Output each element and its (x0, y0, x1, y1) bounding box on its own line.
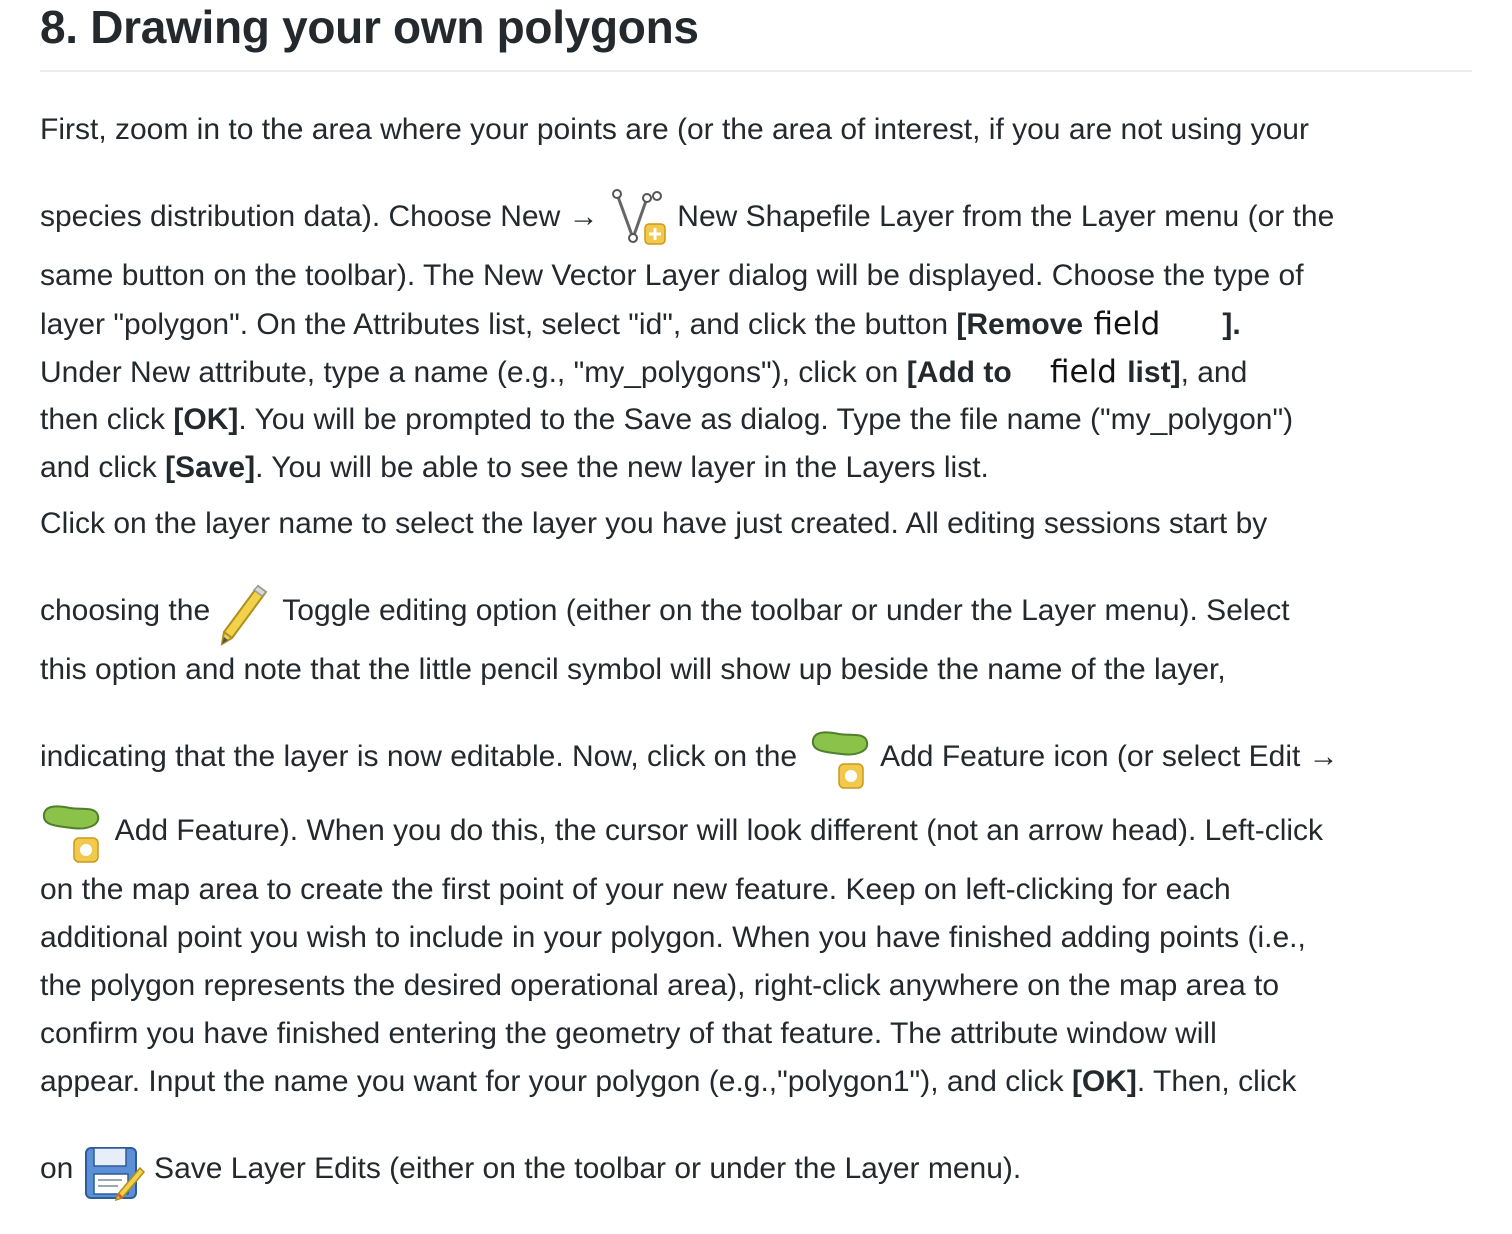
text-line: additional point you wish to include in … (40, 921, 1306, 954)
text-line: confirm you have finished entering the g… (40, 1017, 1217, 1050)
new-shapefile-layer-icon (607, 188, 669, 254)
text-line: Under New attribute, type a name (e.g., … (40, 354, 1248, 390)
add-feature-icon (805, 728, 873, 794)
text-line: this option and note that the little pen… (40, 653, 1226, 686)
text-line: indicating that the layer is now editabl… (40, 720, 1460, 794)
toggle-editing-pencil-icon (218, 582, 274, 648)
text-line: on Save Layer Edits (either on the toolb… (40, 1132, 1460, 1206)
field-word: field (1048, 354, 1119, 390)
save-layer-edits-icon (82, 1144, 146, 1206)
text-line: choosing the Toggle editing option (eith… (40, 574, 1460, 648)
text-line: appear. Input the name you want for your… (40, 1065, 1297, 1098)
text-line: Add Feature). When you do this, the curs… (40, 794, 1460, 868)
text-line: on the map area to create the first poin… (40, 873, 1231, 906)
text-line: species distribution data). Choose New →… (40, 180, 1460, 254)
text-line: same button on the toolbar). The New Vec… (40, 259, 1304, 292)
text-line: and click [Save]. You will be able to se… (40, 451, 989, 484)
section-title: 8. Drawing your own polygons (40, 0, 1472, 72)
text-line: Click on the layer name to select the la… (40, 507, 1268, 540)
text-line: then click [OK]. You will be prompted to… (40, 403, 1294, 436)
document-page: 8. Drawing your own polygons First, zoom… (0, 0, 1512, 1202)
paragraph-new-layer: First, zoom in to the area where your po… (40, 108, 1460, 494)
text-line: the polygon represents the desired opera… (40, 969, 1280, 1002)
field-word: field (1091, 306, 1163, 342)
text-line: First, zoom in to the area where your po… (40, 113, 1309, 146)
add-feature-icon (40, 802, 108, 868)
paragraph-editing: Click on the layer name to select the la… (40, 502, 1460, 1206)
text-line: layer "polygon". On the Attributes list,… (40, 306, 1241, 342)
